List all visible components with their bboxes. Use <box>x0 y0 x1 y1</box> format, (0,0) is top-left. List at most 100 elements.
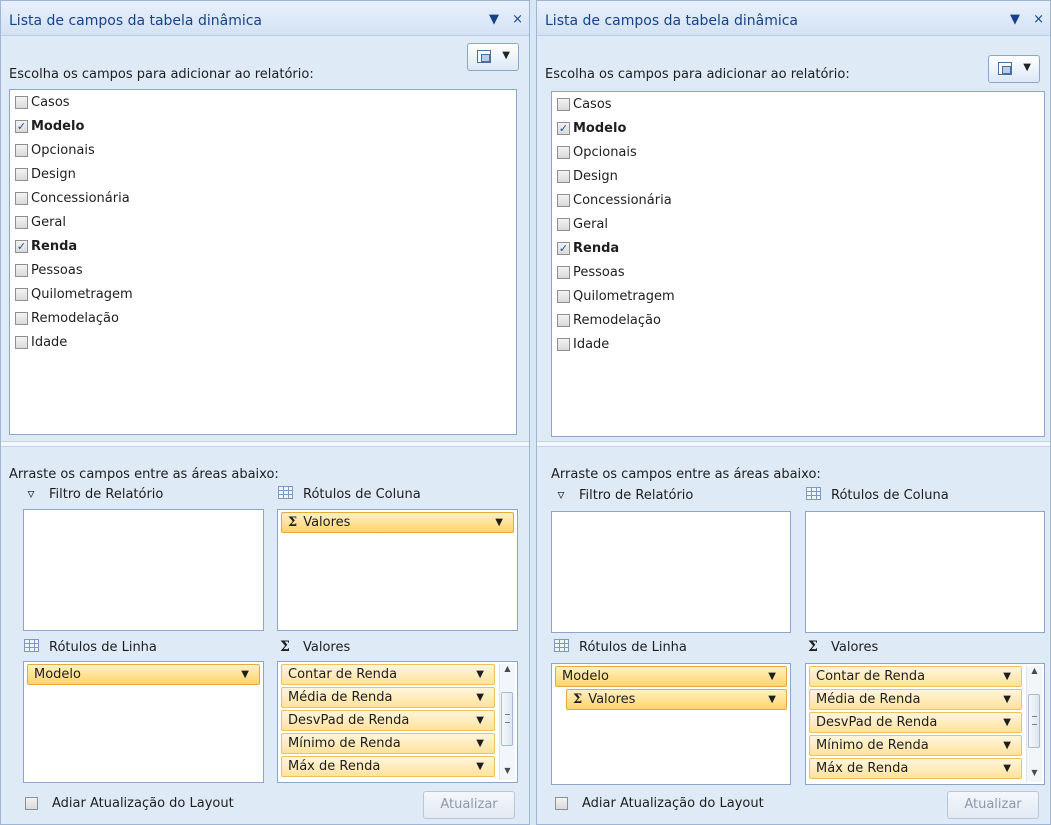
chevron-down-icon[interactable]: ▼ <box>1003 759 1011 778</box>
field-item-design[interactable]: Design <box>10 162 516 186</box>
update-button[interactable]: Atualizar <box>423 791 515 819</box>
chevron-down-icon[interactable]: ▼ <box>476 665 484 684</box>
defer-layout-update[interactable]: Adiar Atualização do Layout <box>555 796 764 811</box>
area-item-minimo-de-renda[interactable]: Mínimo de Renda ▼ <box>281 733 495 754</box>
field-item-concessionaria[interactable]: Concessionária <box>552 188 1044 212</box>
scroll-thumb[interactable] <box>501 692 513 746</box>
field-list-layout-button[interactable]: ▼ <box>988 55 1040 83</box>
field-checkbox[interactable]: ✓ <box>557 241 570 255</box>
field-item-opcionais[interactable]: Opcionais <box>10 138 516 162</box>
area-item-desvpad-de-renda[interactable]: DesvPad de Renda ▼ <box>809 712 1022 733</box>
defer-layout-update[interactable]: Adiar Atualização do Layout <box>25 796 234 811</box>
column-labels-area[interactable] <box>805 511 1045 633</box>
section-splitter[interactable] <box>537 441 1050 447</box>
chevron-down-icon[interactable]: ▼ <box>1003 736 1011 755</box>
values-area[interactable]: Contar de Renda ▼ Média de Renda ▼ DesvPad… <box>805 663 1045 785</box>
report-filter-area[interactable] <box>551 511 791 633</box>
scroll-down-icon[interactable]: ▼ <box>1027 768 1042 782</box>
chevron-down-icon[interactable]: ▼ <box>1003 713 1011 732</box>
field-item-pessoas[interactable]: Pessoas <box>10 258 516 282</box>
field-checkbox[interactable] <box>557 97 570 111</box>
field-checkbox[interactable]: ✓ <box>557 121 570 135</box>
area-item-minimo-de-renda[interactable]: Mínimo de Renda ▼ <box>809 735 1022 756</box>
field-checkbox[interactable] <box>557 313 570 327</box>
field-item-concessionaria[interactable]: Concessionária <box>10 186 516 210</box>
field-checkbox[interactable] <box>15 191 28 205</box>
area-item-modelo[interactable]: Modelo ▼ <box>555 666 787 687</box>
chevron-down-icon[interactable]: ▼ <box>768 690 776 709</box>
row-labels-area[interactable]: Modelo ▼ Σ Valores ▼ <box>551 663 791 785</box>
field-item-idade[interactable]: Idade <box>10 330 516 354</box>
field-checkbox[interactable] <box>15 215 28 229</box>
field-item-quilometragem[interactable]: Quilometragem <box>552 284 1044 308</box>
field-item-idade[interactable]: Idade <box>552 332 1044 356</box>
field-item-remodelacao[interactable]: Remodelação <box>552 308 1044 332</box>
scroll-up-icon[interactable]: ▲ <box>1027 666 1042 680</box>
field-checkbox[interactable] <box>15 335 28 349</box>
area-item-max-de-renda[interactable]: Máx de Renda ▼ <box>281 756 495 777</box>
chevron-down-icon[interactable]: ▼ <box>1003 690 1011 709</box>
chevron-down-icon[interactable]: ▼ <box>476 757 484 776</box>
field-checkbox[interactable] <box>15 263 28 277</box>
field-item-geral[interactable]: Geral <box>552 212 1044 236</box>
field-item-modelo[interactable]: ✓ Modelo <box>552 116 1044 140</box>
values-scrollbar[interactable]: ▲ ▼ <box>499 664 515 780</box>
area-item-max-de-renda[interactable]: Máx de Renda ▼ <box>809 758 1022 779</box>
field-item-casos[interactable]: Casos <box>552 92 1044 116</box>
panel-options-dropdown-icon[interactable]: ▼ <box>489 12 499 27</box>
field-item-geral[interactable]: Geral <box>10 210 516 234</box>
chevron-down-icon[interactable]: ▼ <box>495 513 503 532</box>
values-scrollbar[interactable]: ▲ ▼ <box>1026 666 1042 782</box>
field-checkbox[interactable] <box>557 289 570 303</box>
field-item-remodelacao[interactable]: Remodelação <box>10 306 516 330</box>
area-item-desvpad-de-renda[interactable]: DesvPad de Renda ▼ <box>281 710 495 731</box>
area-item-modelo[interactable]: Modelo ▼ <box>27 664 260 685</box>
values-area[interactable]: Contar de Renda ▼ Média de Renda ▼ DesvPad… <box>277 661 518 783</box>
panel-titlebar[interactable]: Lista de campos da tabela dinâmica ▼ × <box>537 1 1050 36</box>
scroll-down-icon[interactable]: ▼ <box>500 766 515 780</box>
area-item-contar-de-renda[interactable]: Contar de Renda ▼ <box>281 664 495 685</box>
field-checkbox[interactable] <box>557 217 570 231</box>
report-filter-area[interactable] <box>23 509 264 631</box>
field-checkbox[interactable] <box>15 311 28 325</box>
update-button[interactable]: Atualizar <box>947 791 1039 819</box>
defer-layout-checkbox[interactable] <box>555 797 568 810</box>
section-splitter[interactable] <box>1 441 529 447</box>
field-item-design[interactable]: Design <box>552 164 1044 188</box>
field-checkbox[interactable] <box>557 145 570 159</box>
field-checkbox[interactable] <box>557 337 570 351</box>
field-checkbox[interactable] <box>15 95 28 109</box>
chevron-down-icon[interactable]: ▼ <box>1003 667 1011 686</box>
column-labels-area[interactable]: Σ Valores ▼ <box>277 509 518 631</box>
area-item-valores[interactable]: Σ Valores ▼ <box>281 512 514 533</box>
panel-titlebar[interactable]: Lista de campos da tabela dinâmica ▼ × <box>1 1 529 36</box>
field-checkbox[interactable]: ✓ <box>15 239 28 253</box>
field-item-pessoas[interactable]: Pessoas <box>552 260 1044 284</box>
scroll-up-icon[interactable]: ▲ <box>500 664 515 678</box>
chevron-down-icon[interactable]: ▼ <box>768 667 776 686</box>
field-item-modelo[interactable]: ✓ Modelo <box>10 114 516 138</box>
field-item-opcionais[interactable]: Opcionais <box>552 140 1044 164</box>
area-item-contar-de-renda[interactable]: Contar de Renda ▼ <box>809 666 1022 687</box>
area-item-media-de-renda[interactable]: Média de Renda ▼ <box>281 687 495 708</box>
row-labels-area[interactable]: Modelo ▼ <box>23 661 264 783</box>
field-item-renda[interactable]: ✓ Renda <box>552 236 1044 260</box>
field-checkbox[interactable] <box>557 193 570 207</box>
field-checkbox[interactable] <box>15 167 28 181</box>
field-checkbox[interactable] <box>557 265 570 279</box>
chevron-down-icon[interactable]: ▼ <box>476 734 484 753</box>
close-icon[interactable]: × <box>1033 12 1044 27</box>
scroll-thumb[interactable] <box>1028 694 1040 748</box>
area-item-media-de-renda[interactable]: Média de Renda ▼ <box>809 689 1022 710</box>
field-checkbox[interactable] <box>557 169 570 183</box>
field-item-casos[interactable]: Casos <box>10 90 516 114</box>
close-icon[interactable]: × <box>512 12 523 27</box>
panel-options-dropdown-icon[interactable]: ▼ <box>1010 12 1020 27</box>
field-checkbox[interactable] <box>15 143 28 157</box>
chevron-down-icon[interactable]: ▼ <box>476 688 484 707</box>
field-item-quilometragem[interactable]: Quilometragem <box>10 282 516 306</box>
defer-layout-checkbox[interactable] <box>25 797 38 810</box>
field-checkbox[interactable] <box>15 287 28 301</box>
field-list-layout-button[interactable]: ▼ <box>467 43 519 71</box>
chevron-down-icon[interactable]: ▼ <box>241 665 249 684</box>
